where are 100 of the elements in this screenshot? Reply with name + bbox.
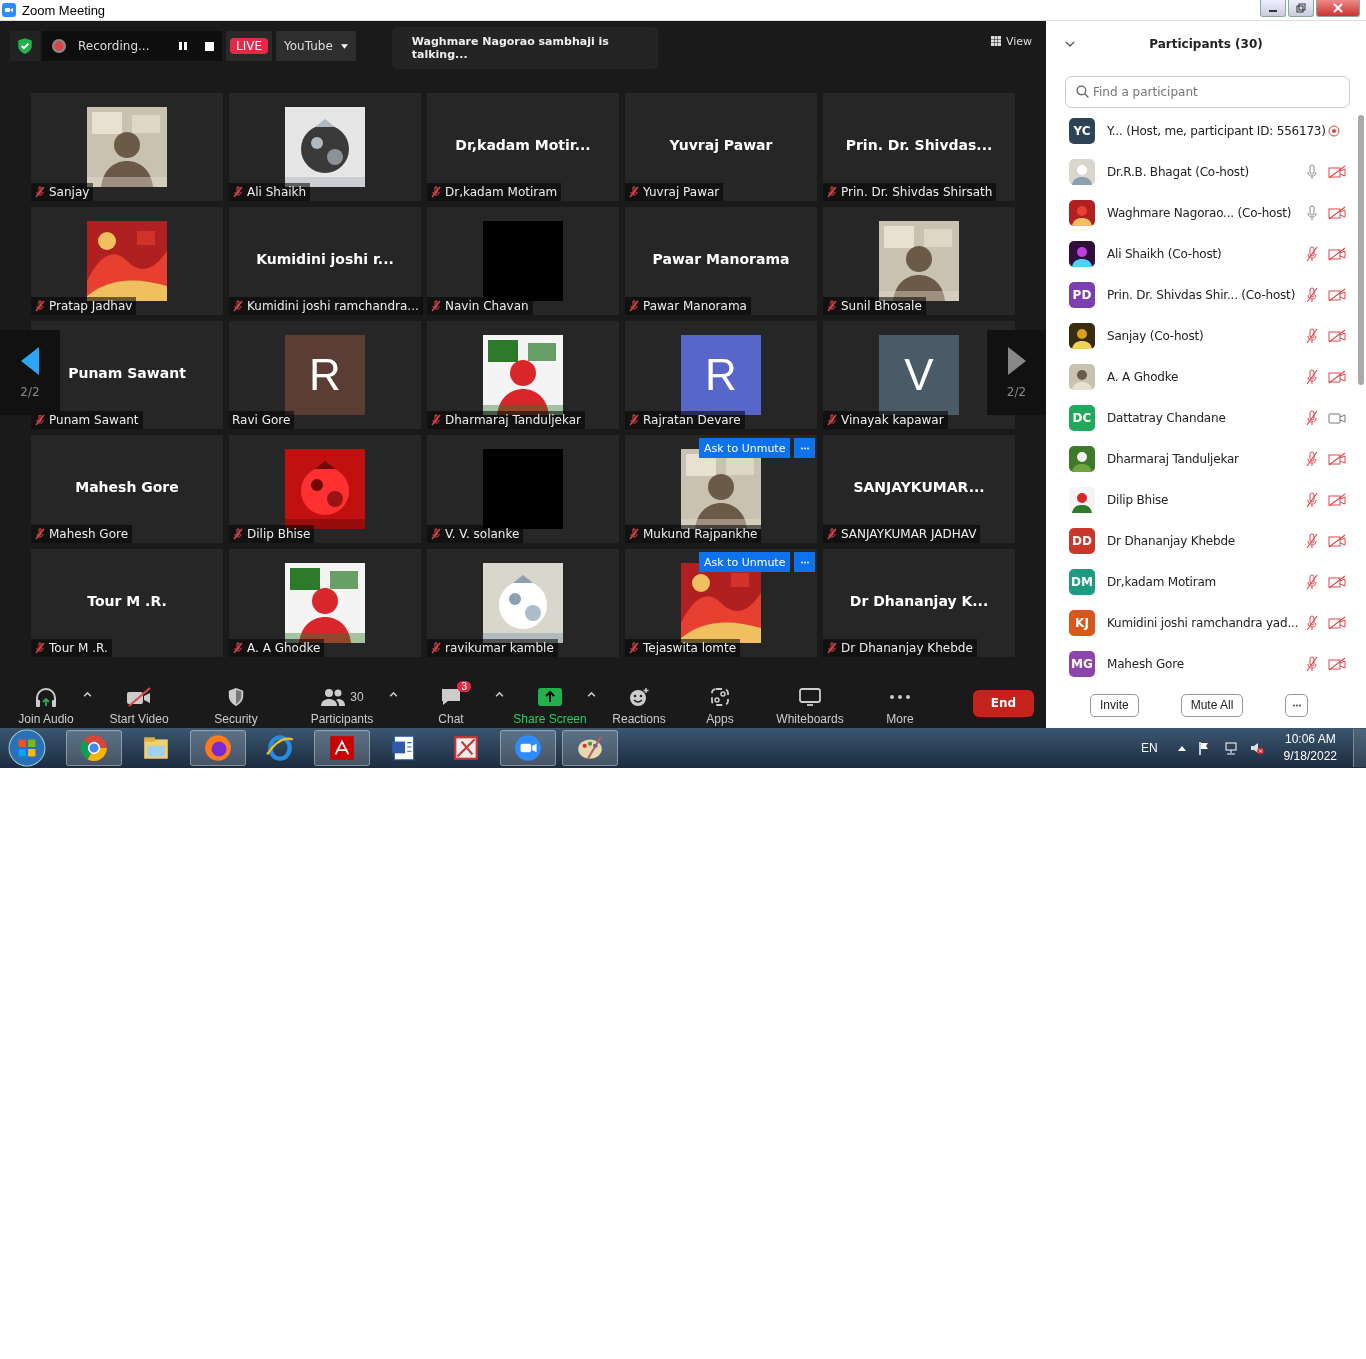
participant-label: SANJAYKUMAR JADHAV (841, 527, 977, 541)
participant-label: Punam Sawant (49, 413, 139, 427)
next-page-icon[interactable] (1007, 346, 1026, 375)
more-options-button[interactable] (794, 438, 816, 458)
page-indicator: 2/2 (20, 384, 40, 399)
video-button[interactable]: Start Video (97, 680, 181, 726)
search-field[interactable]: Find a participant (1065, 75, 1350, 108)
participant-label: Mahesh Gore (49, 527, 129, 541)
participant-name: Dr Dhananjay K... (849, 593, 989, 609)
more-icon (1291, 703, 1302, 707)
participant-row[interactable]: YC Y... (Host, me, participant ID: 556173) (1046, 110, 1366, 152)
more-icon (889, 694, 911, 700)
caret-icon[interactable] (495, 691, 504, 697)
end-button[interactable]: End (973, 689, 1034, 717)
browser-icon (79, 733, 109, 763)
audio-button[interactable]: Join Audio (6, 680, 86, 726)
caret-icon[interactable] (389, 691, 398, 697)
participant-row[interactable]: Dr.R.B. Bhagat (Co-host) (1046, 151, 1366, 193)
avatar: PD (1069, 282, 1095, 309)
panel-button[interactable]: Invite (1090, 693, 1139, 717)
participant-name: Waghmare Nagorao... (Co-host) (1107, 206, 1293, 221)
participant-row[interactable]: Dilip Bhise (1046, 479, 1366, 521)
view-button[interactable]: View (990, 31, 1032, 51)
clock-time[interactable]: 10:06 AM (1284, 731, 1336, 748)
participant-label: Rajratan Devare (643, 413, 741, 427)
participant-row[interactable]: MG Mahesh Gore (1046, 643, 1366, 683)
language-indicator[interactable]: EN (1140, 741, 1158, 755)
avatar: MG (1069, 651, 1095, 678)
clock-date[interactable]: 9/18/2022 (1283, 748, 1337, 765)
participant-name: SANJAYKUMAR... (853, 479, 985, 495)
show-desktop-button[interactable] (1353, 729, 1366, 767)
more-options-button[interactable] (1285, 693, 1309, 717)
record-icon (52, 39, 66, 53)
close-button[interactable] (1316, 0, 1360, 17)
participant-name: Prin. Dr. Shivdas... (845, 137, 993, 153)
more-button[interactable]: More (874, 680, 926, 726)
show-hidden-icons[interactable] (1177, 745, 1186, 751)
participant-row[interactable]: Sanjay (Co-host) (1046, 315, 1366, 357)
participant-label: Pratap Jadhav (49, 299, 133, 313)
chat-icon (440, 687, 462, 707)
participant-row[interactable]: A. A Ghodke (1046, 356, 1366, 398)
grid-icon (990, 36, 1001, 46)
panel-button[interactable]: Mute All (1180, 693, 1244, 717)
participant-name: Sanjay (Co-host) (1107, 329, 1205, 344)
participant-label: Mukund Rajpankhe (643, 527, 758, 541)
whiteboards-button[interactable]: Whiteboards (764, 680, 856, 726)
previous-page-icon[interactable] (21, 346, 39, 375)
scrollbar[interactable] (1358, 114, 1364, 385)
participant-row[interactable]: DC Dattatray Chandane (1046, 397, 1366, 439)
participant-label: Sunil Bhosale (841, 299, 922, 313)
people-icon (320, 688, 347, 706)
network-icon[interactable] (1223, 741, 1238, 755)
participant-row[interactable]: PD Prin. Dr. Shivdas Shir... (Co-host) (1046, 274, 1366, 316)
chat-button[interactable]: 3 Chat (426, 680, 476, 726)
participant-name: Dr,kadam Motiram (1107, 575, 1218, 590)
participant-label: Tejaswita lomte (643, 641, 737, 655)
start-button-icon[interactable] (8, 729, 46, 767)
minimize-button[interactable] (1260, 0, 1286, 17)
participant-name: Y... (Host, me, participant ID: 556173) (1107, 124, 1327, 139)
participant-name: Mahesh Gore (75, 479, 179, 495)
participant-label: Dr Dhananjay Khebde (841, 641, 973, 655)
participant-label: Navin Chavan (445, 299, 529, 313)
close-icon (1333, 3, 1343, 13)
restore-button[interactable] (1288, 0, 1314, 17)
participant-row[interactable]: KJ Kumidini joshi ramchandra yad... (1046, 602, 1366, 644)
collapse-chevron-icon[interactable] (1065, 40, 1075, 47)
participant-label: Ali Shaikh (247, 185, 307, 199)
participant-row[interactable]: Ali Shaikh (Co-host) (1046, 233, 1366, 275)
participant-row[interactable]: Dharmaraj Tanduljekar (1046, 438, 1366, 480)
caret-icon[interactable] (587, 691, 596, 697)
participant-label: Tour M .R. (49, 641, 108, 655)
headphones-icon (34, 686, 58, 708)
video-camera-icon (513, 733, 543, 763)
taskbar-app[interactable] (314, 730, 370, 766)
shield-icon[interactable] (10, 31, 40, 61)
more-options-button[interactable] (794, 552, 816, 572)
participant-name: Dattatray Chandane (1107, 411, 1227, 426)
participant-name: Dilip Bhise (1107, 493, 1170, 508)
apps-icon (710, 687, 730, 707)
stream-dropdown[interactable]: YouTube (276, 31, 356, 61)
share-button[interactable]: Share Screen (501, 680, 599, 726)
ask-to-unmute-button[interactable]: Ask to Unmute (699, 438, 791, 458)
participant-label: A. A Ghodke (247, 641, 321, 655)
ask-to-unmute-button[interactable]: Ask to Unmute (699, 552, 791, 572)
avatar: DM (1069, 569, 1095, 596)
participant-row[interactable]: DM Dr,kadam Motiram (1046, 561, 1366, 603)
browser-icon (265, 733, 295, 763)
participant-row[interactable]: Waghmare Nagorao... (Co-host) (1046, 192, 1366, 234)
security-button[interactable]: Security (202, 680, 270, 726)
participant-name: Dr,kadam Motir... (455, 137, 591, 153)
participant-row[interactable]: DD Dr Dhananjay Khebde (1046, 520, 1366, 562)
avatar-letter: R (285, 335, 365, 415)
volume-muted-icon[interactable] (1249, 741, 1264, 755)
reactions-button[interactable]: Reactions (600, 680, 678, 726)
panel-title: Participants (30) (1149, 36, 1263, 51)
caret-icon[interactable] (83, 691, 92, 697)
participants-button[interactable]: 30 Participants (298, 680, 386, 726)
taskbar-app[interactable] (500, 730, 556, 766)
participant-label: Pawar Manorama (643, 299, 747, 313)
apps-button[interactable]: Apps (694, 680, 746, 726)
